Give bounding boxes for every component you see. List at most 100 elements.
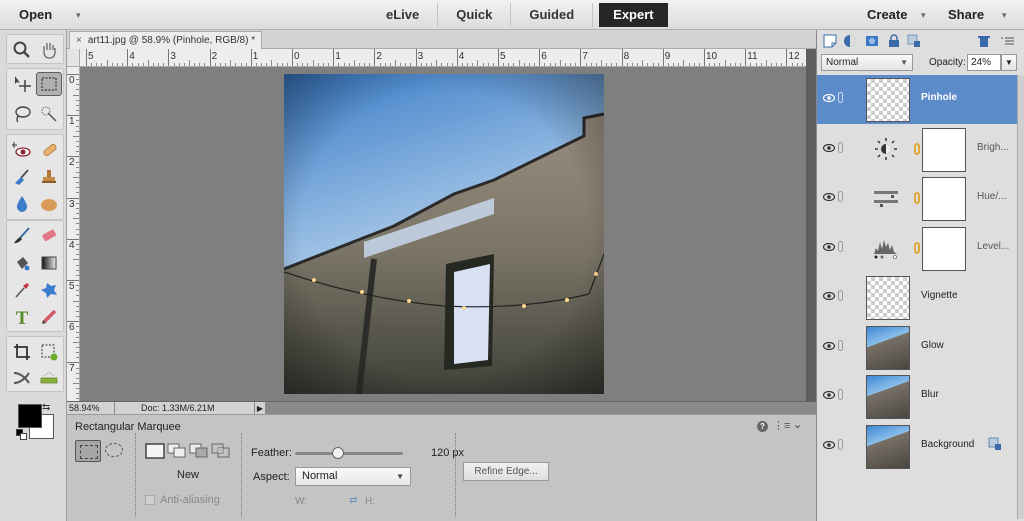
link-icon[interactable]	[838, 438, 843, 450]
layer-row[interactable]: Brigh...	[817, 125, 1017, 174]
recompose-tool[interactable]	[36, 340, 62, 364]
layer-thumbnail[interactable]	[866, 325, 910, 370]
subtract-from-selection-icon[interactable]	[189, 443, 209, 459]
layer-mask-thumbnail[interactable]	[922, 226, 966, 271]
move-tool[interactable]	[9, 72, 35, 96]
open-dropdown-caret[interactable]: ▾	[76, 0, 81, 30]
new-selection-icon[interactable]	[145, 443, 165, 459]
trash-icon[interactable]	[977, 34, 991, 48]
canvas-vertical-scrollbar[interactable]	[806, 49, 816, 401]
straighten-tool[interactable]	[36, 366, 62, 390]
open-button[interactable]: Open	[19, 0, 52, 30]
mask-link-icon[interactable]	[914, 142, 920, 155]
paint-bucket-tool[interactable]	[9, 251, 35, 275]
link-icon[interactable]	[838, 191, 843, 202]
layer-row[interactable]: Blur	[817, 372, 1017, 421]
eye-icon[interactable]	[823, 341, 835, 350]
layer-thumbnail[interactable]	[866, 375, 910, 419]
eye-icon[interactable]	[823, 193, 835, 201]
tab-quick[interactable]: Quick	[438, 3, 512, 27]
foreground-color-swatch[interactable]	[18, 404, 42, 428]
type-tool[interactable]: T	[9, 305, 35, 329]
create-button[interactable]: Create	[867, 0, 907, 30]
sponge-tool[interactable]	[36, 192, 62, 216]
layer-thumbnail[interactable]	[866, 78, 910, 122]
panel-menu-icon[interactable]: ⋮≡	[773, 419, 790, 432]
new-layer-icon[interactable]	[823, 34, 837, 48]
default-colors-icon[interactable]	[16, 429, 28, 441]
blend-mode-select[interactable]: Normal ▼	[821, 54, 913, 71]
smart-brush-tool[interactable]	[9, 165, 35, 189]
document-image[interactable]	[284, 74, 604, 394]
link-icon[interactable]	[838, 141, 843, 153]
document-tab[interactable]: × art11.jpg @ 58.9% (Pinhole, RGB/8) *	[69, 31, 263, 49]
share-dropdown-caret[interactable]: ▾	[1002, 0, 1007, 30]
layer-row[interactable]: Vignette	[817, 273, 1017, 322]
layers-scrollbar[interactable]	[1017, 75, 1024, 519]
panel-menu-icon[interactable]	[1001, 34, 1015, 48]
eraser-tool[interactable]	[36, 224, 62, 248]
intersect-selection-icon[interactable]	[211, 443, 231, 459]
eye-icon[interactable]	[823, 440, 835, 449]
blur-tool[interactable]	[9, 192, 35, 216]
add-to-selection-icon[interactable]	[167, 443, 187, 459]
anti-aliasing-checkbox[interactable]: Anti-aliasing	[145, 494, 220, 506]
layer-thumbnail[interactable]	[866, 424, 910, 469]
layer-thumbnail[interactable]	[866, 276, 910, 320]
eye-icon[interactable]	[823, 292, 835, 300]
feather-slider-thumb[interactable]	[332, 447, 345, 459]
opacity-dropdown-button[interactable]: ▼	[1001, 54, 1017, 71]
link-icon[interactable]	[838, 290, 843, 301]
chevron-down-icon[interactable]: ⌄	[793, 418, 802, 431]
share-button[interactable]: Share	[948, 0, 984, 30]
layer-row[interactable]: Pinhole	[817, 75, 1017, 124]
lock-all-icon[interactable]	[887, 34, 901, 48]
lasso-tool[interactable]	[9, 102, 35, 126]
layer-row[interactable]: Background	[817, 422, 1017, 471]
clone-stamp-tool[interactable]	[36, 165, 62, 189]
aspect-select[interactable]: Normal ▼	[295, 467, 411, 486]
layer-row[interactable]: Glow	[817, 323, 1017, 372]
layer-mask-thumbnail[interactable]	[922, 177, 966, 221]
close-tab-icon[interactable]: ×	[76, 32, 82, 49]
tab-guided[interactable]: Guided	[511, 3, 594, 27]
refine-edge-button[interactable]: Refine Edge...	[463, 462, 549, 481]
adjustment-layer-icon[interactable]	[843, 34, 857, 48]
eye-icon[interactable]	[823, 143, 835, 152]
eye-icon[interactable]	[823, 391, 835, 399]
red-eye-tool[interactable]	[9, 138, 35, 162]
pencil-tool[interactable]	[36, 305, 62, 329]
link-icon[interactable]	[838, 389, 843, 400]
mask-link-icon[interactable]	[914, 192, 920, 204]
eyedropper-tool[interactable]	[9, 278, 35, 302]
link-icon[interactable]	[838, 92, 843, 103]
layer-lock-icon[interactable]	[988, 437, 1002, 451]
brush-tool[interactable]	[9, 224, 35, 248]
link-icon[interactable]	[838, 240, 843, 252]
quick-selection-tool[interactable]	[36, 102, 62, 126]
checkbox-box[interactable]	[145, 495, 155, 505]
hand-tool[interactable]	[36, 38, 62, 62]
canvas-area[interactable]	[80, 67, 806, 401]
mask-link-icon[interactable]	[914, 241, 920, 254]
content-aware-move-tool[interactable]	[9, 366, 35, 390]
create-dropdown-caret[interactable]: ▾	[921, 0, 926, 30]
layer-row[interactable]: Hue/...	[817, 174, 1017, 223]
rectangular-marquee-option[interactable]	[75, 440, 101, 462]
swap-colors-icon[interactable]: ⇆	[42, 402, 50, 413]
feather-slider[interactable]	[295, 447, 403, 459]
lock-transparent-icon[interactable]	[907, 34, 921, 48]
layer-row[interactable]: Level...	[817, 224, 1017, 273]
tab-elive[interactable]: eLive	[368, 3, 439, 27]
zoom-tool[interactable]	[9, 38, 35, 62]
tab-expert[interactable]: Expert	[599, 3, 668, 27]
eye-icon[interactable]	[823, 94, 835, 102]
elliptical-marquee-option[interactable]	[105, 443, 123, 457]
link-icon[interactable]	[838, 339, 843, 351]
eye-icon[interactable]	[823, 242, 835, 251]
crop-tool[interactable]	[9, 340, 35, 364]
opacity-input[interactable]: 24%	[967, 54, 1001, 71]
gradient-tool[interactable]	[36, 251, 62, 275]
layer-mask-icon[interactable]	[865, 34, 879, 48]
swap-width-height-icon[interactable]: ⇄	[349, 495, 357, 506]
